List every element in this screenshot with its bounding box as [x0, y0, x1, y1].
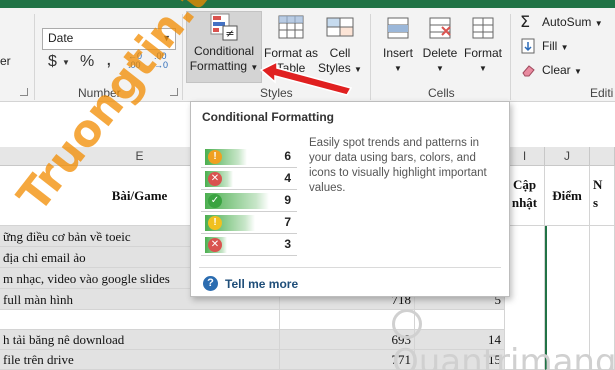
exclaim-icon: ! [208, 150, 222, 164]
header-update-line-1: Cập [512, 177, 537, 192]
format-cells-icon [467, 14, 499, 42]
fill-button[interactable]: Fill ▼ [520, 36, 569, 56]
preview-value: 6 [284, 149, 291, 163]
cross-icon: ✕ [208, 238, 222, 252]
currency-icon[interactable]: $ [48, 53, 57, 71]
check-icon: ✓ [208, 194, 222, 208]
insert-button[interactable]: Insert ▼ [376, 14, 420, 76]
watermark-logo-icon [392, 308, 422, 339]
format-as-table-icon [275, 14, 307, 42]
eraser-icon [520, 62, 536, 78]
chevron-down-icon: ▼ [479, 64, 487, 73]
header-cell-partial[interactable]: N s [590, 166, 615, 226]
clear-button[interactable]: Clear ▼ [520, 60, 582, 80]
exclaim-icon: ! [208, 216, 222, 230]
fill-label: Fill [542, 39, 558, 53]
tooltip-preview-illustration: ! 6 ✕ 4 ✓ 9 ! 7 ✕ 3 [201, 144, 297, 256]
number-launcher-icon[interactable] [170, 88, 178, 96]
chevron-down-icon: ▼ [560, 43, 569, 52]
clear-label: Clear [542, 63, 571, 77]
column-header-i[interactable]: I [505, 147, 545, 166]
title-bar-strip [0, 0, 615, 8]
watermark-right-text: Quantrimang [392, 342, 615, 370]
watermark-right: Quantrimang [392, 302, 615, 370]
chevron-down-icon: ▼ [436, 64, 444, 73]
header-update-line-2: nhật [511, 195, 538, 210]
table-row-cell[interactable]: h tải băng nê download [0, 330, 280, 350]
column-header-j[interactable]: J [545, 147, 590, 166]
tooltip-description: Easily spot trends and patterns in your … [309, 137, 487, 194]
delete-cells-icon [424, 14, 456, 42]
alignment-launcher-icon[interactable] [20, 88, 28, 96]
preview-value: 9 [284, 193, 291, 207]
preview-value: 7 [284, 215, 291, 229]
percent-icon[interactable]: % [80, 53, 94, 71]
delete-button[interactable]: Delete ▼ [420, 14, 460, 76]
help-icon[interactable]: ? [203, 276, 218, 291]
cross-icon: ✕ [208, 172, 222, 186]
preview-row: ✓ 9 [201, 190, 297, 212]
preview-row: ✕ 3 [201, 234, 297, 256]
conditional-formatting-label-2: Formatting [189, 59, 248, 73]
fill-down-icon [520, 38, 536, 54]
autosum-button[interactable]: Σ AutoSum ▼ [520, 12, 603, 32]
preview-value: 3 [284, 237, 291, 251]
table-row-cell[interactable] [0, 310, 280, 330]
format-button[interactable]: Format ▼ [460, 14, 506, 76]
preview-row: ✕ 4 [201, 168, 297, 190]
chevron-down-icon: ▼ [594, 19, 603, 28]
header-cell-score[interactable]: Điểm [545, 166, 590, 226]
table-row-cell[interactable]: file trên drive [0, 350, 280, 370]
partial-ribbon-label: er [0, 54, 11, 68]
group-divider [510, 14, 511, 100]
editing-group-label: Editi [590, 86, 614, 100]
tell-me-more-link[interactable]: Tell me more [225, 277, 298, 291]
chevron-down-icon[interactable]: ▼ [62, 58, 70, 67]
preview-divider [201, 255, 297, 256]
conditional-formatting-tooltip: Conditional Formatting ! 6 ✕ 4 ✓ 9 ! 7 ✕… [190, 101, 510, 297]
group-divider [34, 14, 35, 100]
header-partial-line-1: N [593, 177, 603, 192]
header-partial-line-2: s [593, 195, 599, 210]
insert-cells-icon [382, 14, 414, 42]
header-cell-update[interactable]: Cập nhật [505, 166, 545, 226]
column-header-k[interactable] [590, 147, 615, 166]
conditional-formatting-label: Conditional [193, 44, 255, 58]
tooltip-title: Conditional Formatting [202, 110, 334, 124]
number-format-value: Date [48, 31, 74, 45]
autosum-label: AutoSum [542, 15, 592, 29]
cell-styles-icon [324, 14, 356, 42]
preview-value: 4 [284, 171, 291, 185]
preview-row: ! 6 [201, 146, 297, 168]
insert-label: Insert [382, 46, 413, 60]
svg-text:≠: ≠ [225, 27, 234, 40]
chevron-down-icon: ▼ [394, 64, 402, 73]
sigma-icon: Σ [520, 12, 531, 31]
preview-row: ! 7 [201, 212, 297, 234]
chevron-down-icon: ▼ [354, 65, 362, 74]
chevron-down-icon: ▼ [574, 67, 582, 76]
cells-group-label: Cells [428, 86, 455, 100]
tooltip-divider [199, 267, 501, 268]
format-label: Format [463, 46, 502, 60]
group-divider [370, 14, 371, 100]
delete-label: Delete [422, 46, 458, 60]
conditional-formatting-icon: ≠ [208, 12, 240, 41]
red-arrow-annotation [259, 60, 353, 96]
